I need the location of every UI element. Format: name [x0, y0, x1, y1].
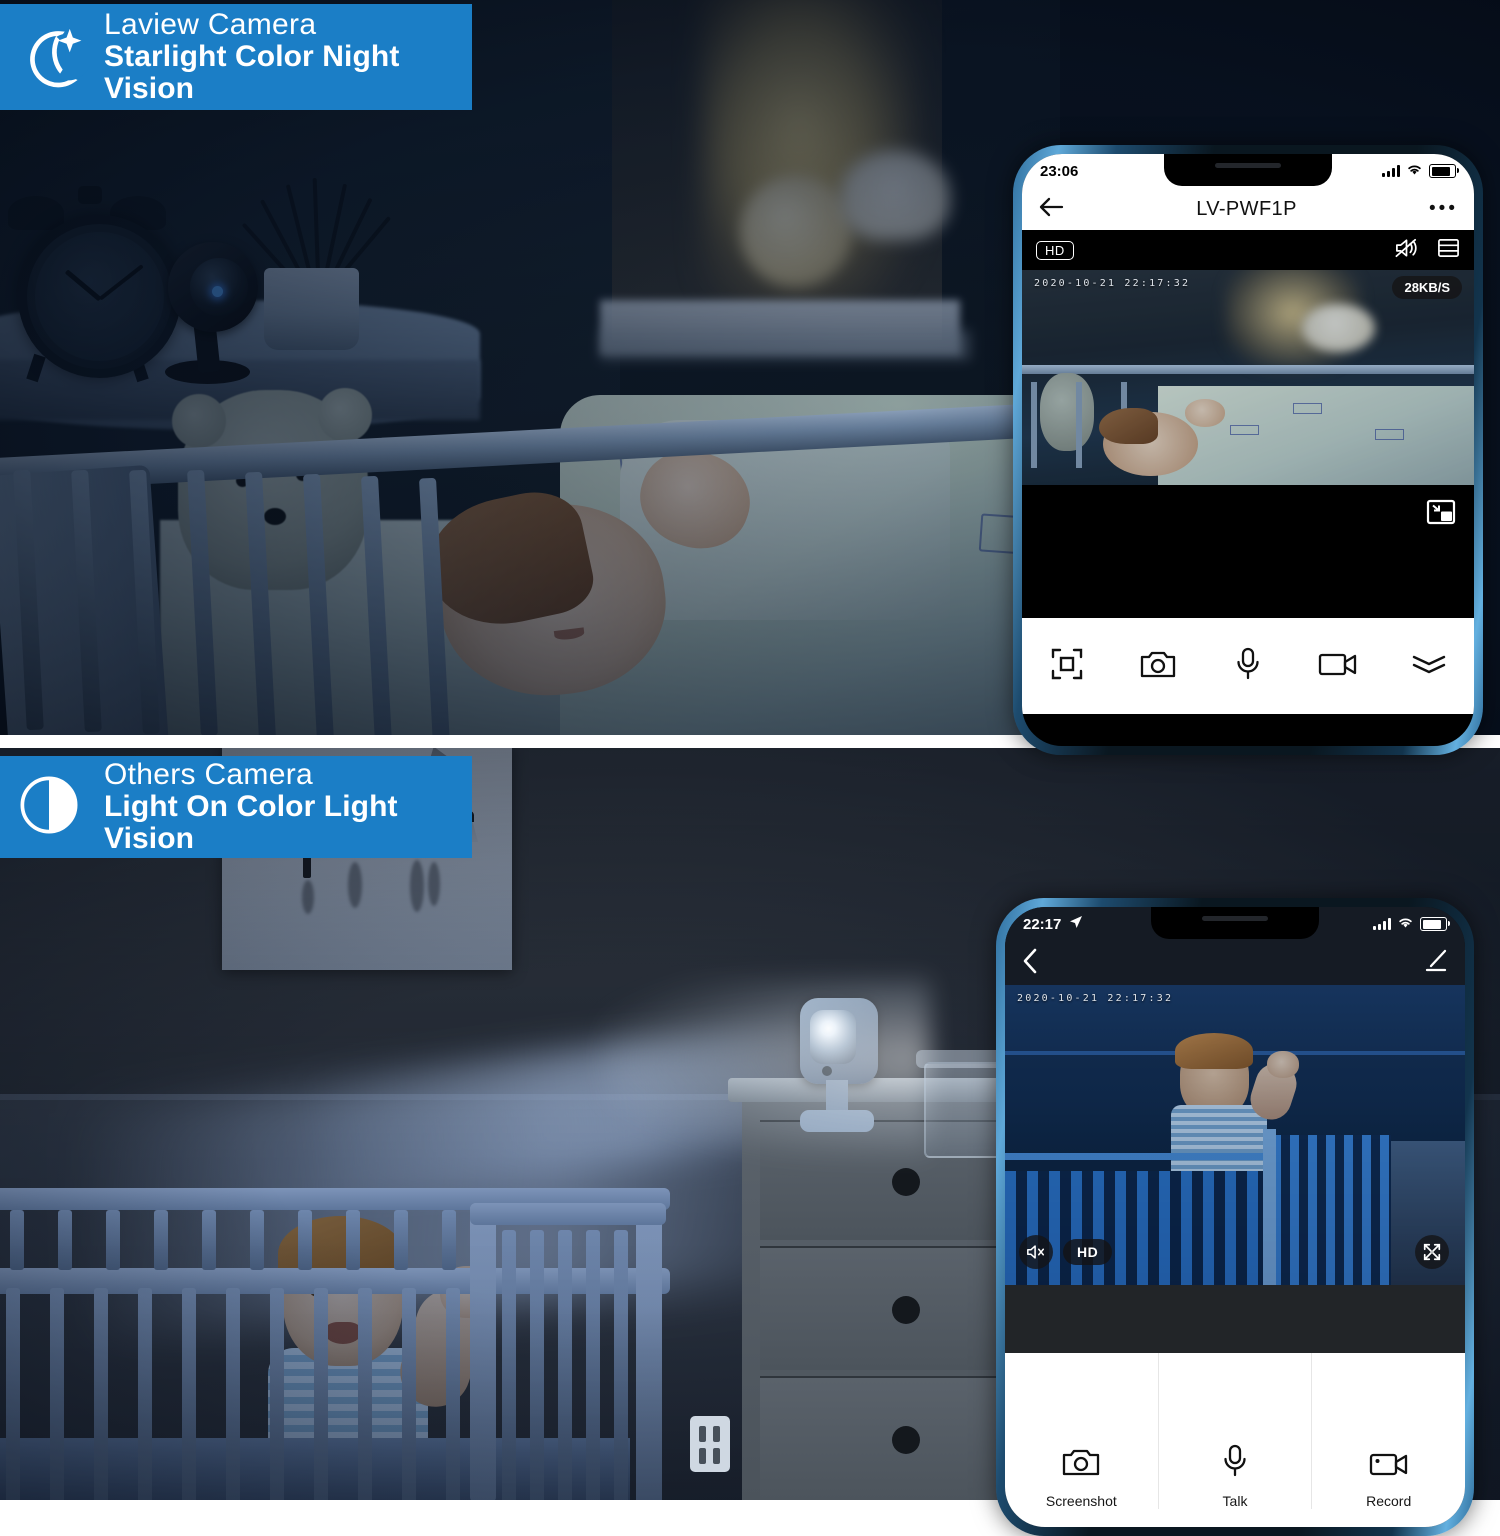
speaker-muted-icon[interactable] — [1394, 237, 1419, 264]
page-title: LV-PWF1P — [1196, 197, 1297, 220]
phone-others-app: 22:17 2020-10-21 22:17:32 HD Screenshot … — [996, 898, 1474, 1536]
record-button[interactable] — [1293, 650, 1383, 683]
edit-pencil-icon[interactable] — [1423, 949, 1449, 978]
cellular-bars-icon — [1373, 918, 1391, 930]
camera-icon — [1139, 648, 1177, 685]
video-camera-icon — [1318, 650, 1358, 683]
video-camera-icon — [1369, 1450, 1409, 1483]
badge-title-line1: Laview Camera — [104, 8, 317, 42]
video-lower-pane — [1005, 1285, 1465, 1353]
bitrate-badge: 28KB/S — [1392, 276, 1462, 299]
moon-star-icon — [12, 18, 92, 96]
video-timestamp: 2020-10-21 22:17:32 — [1034, 278, 1191, 289]
talk-button[interactable]: Talk — [1159, 1444, 1312, 1509]
screenshot-button[interactable] — [1112, 648, 1202, 685]
record-button[interactable]: Record — [1312, 1450, 1465, 1509]
quality-hd-badge[interactable]: HD — [1063, 1239, 1113, 1265]
fullscreen-expand-icon[interactable] — [1415, 1235, 1449, 1269]
quality-hd-badge[interactable]: HD — [1036, 240, 1074, 260]
fullscreen-focus-button[interactable] — [1022, 647, 1112, 686]
record-label: Record — [1366, 1493, 1412, 1509]
badge-title-line2: Starlight Color Night Vision — [104, 40, 400, 105]
badge-others-camera: Others Camera Light On Color Light Visio… — [0, 756, 472, 858]
fullscreen-focus-icon — [1050, 647, 1084, 686]
location-arrow-icon — [1069, 915, 1083, 933]
phone-laview-app: 23:06 LV-PWF1P ••• HD 2020-10-21 22:17:3… — [1013, 145, 1483, 755]
back-arrow-icon[interactable] — [1038, 196, 1064, 223]
screenshot-label: Screenshot — [1045, 1493, 1117, 1509]
picture-in-picture-icon[interactable] — [1426, 499, 1456, 530]
product-comparison-image: Laview Camera Starlight Color Night Visi… — [0, 0, 1500, 1536]
microphone-icon — [1235, 647, 1261, 686]
video-lower-pane — [1022, 485, 1474, 618]
more-panel-button[interactable] — [1384, 651, 1474, 682]
talk-button[interactable] — [1203, 647, 1293, 686]
microphone-icon — [1222, 1444, 1248, 1483]
more-options-icon[interactable]: ••• — [1429, 198, 1458, 220]
battery-icon — [1420, 917, 1450, 931]
wifi-icon — [1397, 916, 1414, 933]
speaker-muted-icon[interactable] — [1019, 1235, 1053, 1269]
phone-notch — [1151, 907, 1319, 939]
video-timestamp: 2020-10-21 22:17:32 — [1017, 993, 1174, 1004]
action-toolbar — [1022, 618, 1474, 714]
app-nav-bar: LV-PWF1P ••• — [1022, 188, 1474, 230]
video-control-bar: HD — [1022, 230, 1474, 270]
talk-label: Talk — [1222, 1493, 1248, 1509]
badge-title-line1: Others Camera — [104, 758, 313, 792]
cellular-bars-icon — [1382, 165, 1400, 177]
split-view-icon[interactable] — [1437, 237, 1460, 264]
live-video-feed[interactable]: 2020-10-21 22:17:32 28KB/S — [1022, 270, 1474, 485]
phone-notch — [1164, 154, 1332, 186]
back-chevron-icon[interactable] — [1021, 947, 1039, 980]
status-time: 23:06 — [1040, 162, 1079, 180]
chevron-double-down-icon — [1411, 651, 1447, 682]
wifi-icon — [1406, 163, 1423, 180]
badge-laview-camera: Laview Camera Starlight Color Night Visi… — [0, 4, 472, 110]
half-moon-contrast-icon — [12, 768, 90, 846]
badge-title-line2: Light On Color Light Vision — [104, 790, 398, 855]
quality-hd-label: HD — [1077, 1244, 1099, 1260]
app-nav-bar — [1005, 941, 1465, 985]
live-video-feed[interactable]: 2020-10-21 22:17:32 HD — [1005, 985, 1465, 1285]
status-time: 22:17 — [1023, 915, 1062, 933]
battery-icon — [1429, 164, 1459, 178]
camera-icon — [1061, 1446, 1101, 1483]
action-toolbar: Screenshot Talk Record — [1005, 1353, 1465, 1527]
